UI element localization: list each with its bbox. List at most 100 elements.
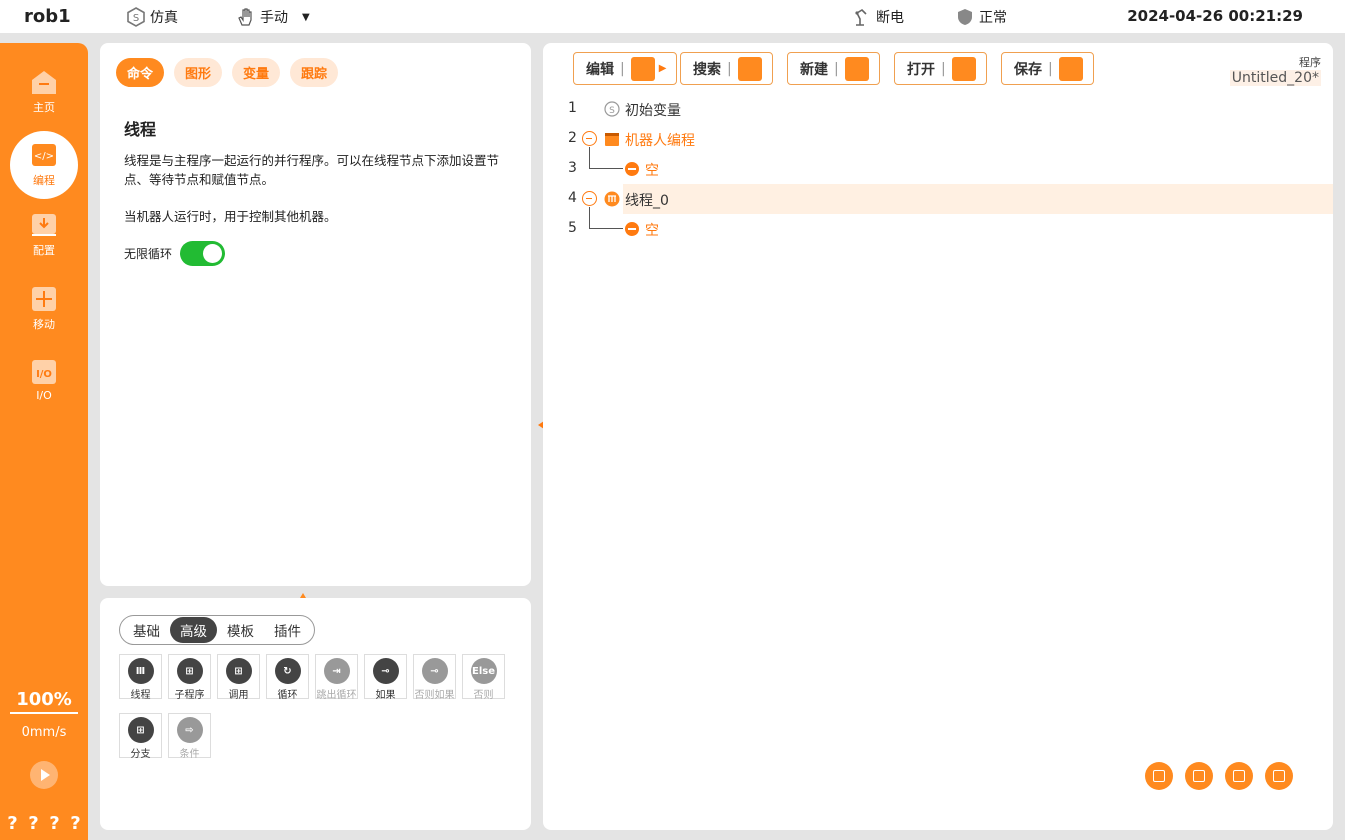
if-icon: ⊸ <box>372 658 399 684</box>
simulation-toggle[interactable]: S 仿真 <box>126 7 178 27</box>
nav-programming[interactable]: </> 编程 <box>0 131 88 199</box>
tab-command[interactable]: 命令 <box>116 58 165 87</box>
line-number: 5 <box>568 220 577 236</box>
command-tabs: 命令 图形 变量 跟踪 <box>116 58 339 87</box>
hand-icon <box>238 8 252 26</box>
save-button[interactable]: 保存 | <box>1001 52 1094 85</box>
program-line[interactable]: 3 空 <box>543 154 1333 184</box>
structure-view-button[interactable] <box>1145 762 1173 790</box>
safety-status[interactable]: 正常 <box>955 7 1007 27</box>
panel-description: 线程是与主程序一起运行的并行程序。可以在线程节点下添加设置节点、等待节点和赋值节… <box>124 153 500 187</box>
line-text: 机器人编程 <box>625 133 695 149</box>
fit-view-button[interactable] <box>1225 762 1253 790</box>
thread-icon: Ⅲ <box>127 658 154 684</box>
line-number: 4 <box>568 190 577 206</box>
nav-label-config: 配置 <box>33 244 55 257</box>
code-icon: </> <box>32 144 56 166</box>
loop-label: 无限循环 <box>124 247 173 261</box>
program-icon <box>605 133 619 146</box>
nav-move[interactable]: 移动 <box>0 285 88 332</box>
simulation-label: 仿真 <box>150 10 178 26</box>
save-icon <box>1058 56 1083 81</box>
else-icon: Else <box>470 658 497 684</box>
speed-percent[interactable]: 100% <box>10 689 78 714</box>
nav-home[interactable]: 主页 <box>0 68 88 115</box>
edit-icon <box>630 56 655 81</box>
collapse-icon[interactable] <box>582 131 597 146</box>
program-line[interactable]: 4 线程_0 <box>543 184 1333 214</box>
node-thread[interactable]: Ⅲ 线程 <box>119 654 162 701</box>
help-icon[interactable]: ? <box>49 813 59 834</box>
simulation-icon: S <box>127 7 145 27</box>
program-panel: 编辑 | ▶ 搜索 | 新建 | 打开 | 保存 | 程序 Untitled_20* 1 S… <box>543 43 1333 830</box>
else-if-icon: ⊸ <box>421 658 448 684</box>
power-label: 断电 <box>876 10 904 26</box>
power-status[interactable]: 断电 <box>852 7 904 27</box>
robot-arm-icon <box>855 8 867 26</box>
nav-label-programming: 编程 <box>33 174 55 187</box>
move-icon <box>32 287 56 311</box>
node-call[interactable]: ⊞ 调用 <box>217 654 260 701</box>
config-icon <box>32 214 56 236</box>
tab-trace[interactable]: 跟踪 <box>290 58 339 87</box>
speed-value: 0mm/s <box>21 725 67 740</box>
help-icon[interactable]: ? <box>7 813 17 834</box>
expand-all-button[interactable] <box>1185 762 1213 790</box>
line-text: 线程_0 <box>625 193 669 209</box>
program-line[interactable]: 2 机器人编程 <box>543 124 1333 154</box>
line-text: 初始变量 <box>625 103 681 119</box>
status-label: 正常 <box>979 10 1007 26</box>
node-condition: ⇨ 条件 <box>168 713 211 760</box>
open-button[interactable]: 打开 | <box>894 52 987 85</box>
node-loop[interactable]: ↻ 循环 <box>266 654 309 701</box>
line-number: 3 <box>568 160 577 176</box>
infinite-loop-toggle[interactable] <box>180 241 226 266</box>
branch-icon: ⊞ <box>127 717 154 743</box>
svg-text:S: S <box>609 106 615 116</box>
chevron-down-icon: ▼ <box>302 11 310 23</box>
io-icon: I/O <box>32 360 56 384</box>
segment-template[interactable]: 模板 <box>217 617 264 643</box>
top-bar: rob1 S 仿真 手动 ▼ 断电 正常 2024-04-26 00:21:29 <box>0 0 1345 33</box>
program-line[interactable]: 1 S 初始变量 <box>543 94 1333 124</box>
script-view-button[interactable] <box>1265 762 1293 790</box>
node-else: Else 否则 <box>462 654 505 701</box>
shield-icon <box>958 9 972 25</box>
segment-advanced[interactable]: 高级 <box>170 617 217 643</box>
help-icons: ? ? ? ? <box>0 813 88 834</box>
collapse-icon[interactable] <box>582 191 597 206</box>
command-panel: 命令 图形 变量 跟踪 线程 线程是与主程序一起运行的并行程序。可以在线程节点下… <box>100 43 531 586</box>
new-button[interactable]: 新建 | <box>787 52 880 85</box>
line-number: 2 <box>568 130 577 146</box>
panel-description-2: 当机器人运行时，用于控制其他机器。 <box>124 209 337 224</box>
line-text: 空 <box>645 163 659 179</box>
tab-graphics[interactable]: 图形 <box>174 58 223 87</box>
variables-icon: S <box>604 101 620 117</box>
node-if[interactable]: ⊸ 如果 <box>364 654 407 701</box>
caret-right-icon: ▶ <box>658 63 667 74</box>
help-icon[interactable]: ? <box>70 813 80 834</box>
help-icon[interactable]: ? <box>28 813 38 834</box>
nav-config[interactable]: 配置 <box>0 211 88 258</box>
segment-plugin[interactable]: 插件 <box>264 617 311 643</box>
segment-basic[interactable]: 基础 <box>123 617 170 643</box>
nav-io[interactable]: I/O I/O <box>0 358 88 402</box>
node-break-loop: ⇥ 跳出循环 <box>315 654 358 701</box>
play-button[interactable] <box>30 761 58 789</box>
infinite-loop-row: 无限循环 <box>124 241 226 266</box>
nav-label-home: 主页 <box>33 101 55 114</box>
mode-dropdown[interactable]: 手动 ▼ <box>236 7 310 27</box>
edit-button[interactable]: 编辑 | ▶ <box>573 52 678 85</box>
svg-text:</>: </> <box>34 151 54 162</box>
call-icon: ⊞ <box>225 658 252 684</box>
search-button[interactable]: 搜索 | <box>680 52 773 85</box>
line-number: 1 <box>568 100 577 116</box>
program-line[interactable]: 5 空 <box>543 214 1333 244</box>
node-branch[interactable]: ⊞ 分支 <box>119 713 162 760</box>
node-subprogram[interactable]: ⊞ 子程序 <box>168 654 211 701</box>
folder-icon <box>951 56 976 81</box>
panel-title: 线程 <box>124 120 157 139</box>
program-label: 程序 <box>1299 56 1321 69</box>
tab-variables[interactable]: 变量 <box>232 58 281 87</box>
svg-text:S: S <box>133 13 139 24</box>
